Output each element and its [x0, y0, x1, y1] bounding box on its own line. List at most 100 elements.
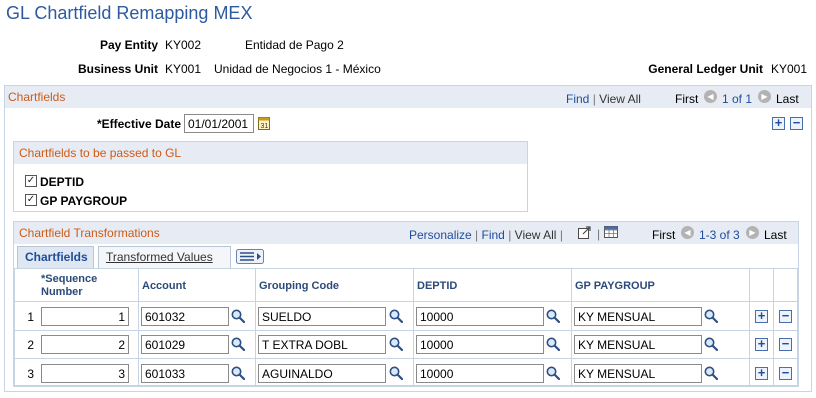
column-header-grouping-code: Grouping Code	[259, 280, 340, 292]
column-divider	[749, 269, 750, 386]
download-spreadsheet-icon[interactable]	[604, 226, 618, 238]
chartfields-nav: Find | View All	[566, 92, 641, 106]
add-row-button[interactable]: +	[755, 366, 768, 380]
grid-previous-arrow-icon[interactable]: ◀	[681, 226, 694, 239]
account-input[interactable]	[141, 307, 229, 326]
nav-separator: |	[508, 228, 512, 242]
add-row-button[interactable]: +	[772, 116, 785, 130]
gl-unit-code: KY001	[771, 62, 808, 76]
add-row-button[interactable]: +	[755, 309, 768, 323]
sequence-header-line2: Number	[41, 286, 83, 298]
chartfields-title: Chartfields	[8, 90, 66, 104]
transformations-nav: Personalize | Find | View All |	[409, 228, 563, 242]
account-input[interactable]	[141, 364, 229, 383]
paygroup-checkbox[interactable]: ✓	[25, 194, 37, 206]
pay-entity-label: Pay Entity	[99, 38, 158, 52]
delete-row-button[interactable]: −	[779, 309, 792, 323]
show-all-columns-icon[interactable]	[236, 249, 264, 264]
gp-paygroup-input[interactable]	[574, 335, 702, 354]
account-lookup-icon[interactable]	[231, 309, 246, 324]
grouping-code-input[interactable]	[258, 307, 386, 326]
first-label[interactable]: First	[675, 92, 698, 106]
account-input[interactable]	[141, 335, 229, 354]
account-lookup-icon[interactable]	[231, 337, 246, 352]
column-divider	[255, 269, 256, 386]
column-header-account: Account	[142, 280, 186, 292]
deptid-input[interactable]	[416, 335, 544, 354]
deptid-input[interactable]	[416, 364, 544, 383]
passed-to-gl-title: Chartfields to be passed to GL	[19, 146, 182, 160]
gp-paygroup-input[interactable]	[574, 364, 702, 383]
column-divider	[571, 269, 572, 386]
effective-date-input[interactable]	[184, 114, 254, 133]
grouping-code-lookup-icon[interactable]	[389, 309, 404, 324]
grouping-code-lookup-icon[interactable]	[389, 366, 404, 381]
deptid-checkbox-label: DEPTID	[40, 175, 85, 189]
zoom-grid-icon[interactable]	[578, 226, 592, 239]
find-link[interactable]: Find	[566, 92, 589, 106]
grid-row-range: 1-3 of 3	[699, 228, 740, 242]
gp-paygroup-lookup-icon[interactable]	[704, 309, 719, 324]
row-number: 1	[27, 310, 34, 324]
deptid-lookup-icon[interactable]	[546, 309, 561, 324]
row-range: 1 of 1	[722, 92, 753, 106]
sequence-number-input[interactable]	[41, 335, 129, 354]
delete-row-button[interactable]: −	[779, 337, 792, 351]
view-all-link[interactable]: View All	[599, 92, 641, 106]
grouping-code-input[interactable]	[258, 335, 386, 354]
gp-paygroup-lookup-icon[interactable]	[704, 366, 719, 381]
grouping-code-lookup-icon[interactable]	[389, 337, 404, 352]
last-label[interactable]: Last	[776, 92, 799, 106]
paygroup-checkbox-label: GP PAYGROUP	[40, 194, 128, 208]
account-lookup-icon[interactable]	[231, 366, 246, 381]
nav-separator: |	[592, 92, 596, 106]
column-divider	[138, 269, 139, 386]
column-header-deptid: DEPTID	[417, 280, 458, 292]
sequence-header-line1: *Sequence	[41, 273, 98, 285]
business-unit-desc: Unidad de Negocios 1 - México	[214, 62, 381, 76]
deptid-lookup-icon[interactable]	[546, 366, 561, 381]
deptid-lookup-icon[interactable]	[546, 337, 561, 352]
calendar-icon[interactable]: 31	[258, 116, 270, 130]
grouping-code-input[interactable]	[258, 364, 386, 383]
tab-chartfields[interactable]: Chartfields	[17, 246, 94, 268]
nav-separator: |	[559, 228, 563, 242]
row-divider	[15, 358, 797, 359]
deptid-input[interactable]	[416, 307, 544, 326]
column-header-sequence: *Sequence Number	[41, 273, 97, 299]
personalize-link[interactable]: Personalize	[409, 228, 472, 242]
grid-last-label[interactable]: Last	[764, 228, 787, 242]
row-number: 2	[27, 338, 34, 352]
business-unit-label: Business Unit	[77, 62, 158, 76]
grid-view-all-link[interactable]: View All	[515, 228, 557, 242]
sequence-number-input[interactable]	[41, 307, 129, 326]
add-row-button[interactable]: +	[755, 337, 768, 351]
svg-text:31: 31	[261, 123, 269, 130]
nav-separator: |	[475, 228, 479, 242]
grid-next-arrow-icon[interactable]: ▶	[746, 226, 759, 239]
gl-unit-label: General Ledger Unit	[648, 62, 763, 76]
grid-first-label[interactable]: First	[652, 228, 675, 242]
next-arrow-icon[interactable]: ▶	[758, 90, 771, 103]
column-divider	[413, 269, 414, 386]
deptid-checkbox[interactable]: ✓	[25, 175, 37, 187]
sequence-number-input[interactable]	[41, 364, 129, 383]
page-title: GL Chartfield Remapping MEX	[6, 3, 253, 23]
row-divider	[15, 330, 797, 331]
delete-row-button[interactable]: −	[779, 366, 792, 380]
effective-date-label: *Effective Date	[96, 117, 181, 131]
nav-separator: |	[597, 227, 601, 241]
row-number: 3	[27, 367, 34, 381]
delete-row-button[interactable]: −	[790, 116, 803, 130]
gp-paygroup-lookup-icon[interactable]	[704, 337, 719, 352]
grid-header-divider	[15, 301, 797, 302]
pay-entity-code: KY002	[165, 38, 202, 52]
grid-find-link[interactable]: Find	[482, 228, 505, 242]
column-divider	[773, 269, 774, 386]
gp-paygroup-input[interactable]	[574, 307, 702, 326]
business-unit-code: KY001	[165, 62, 202, 76]
previous-arrow-icon[interactable]: ◀	[704, 90, 717, 103]
tab-transformed-values[interactable]: Transformed Values	[98, 246, 231, 268]
pay-entity-desc: Entidad de Pago 2	[245, 38, 344, 52]
column-header-gp-paygroup: GP PAYGROUP	[575, 280, 655, 292]
